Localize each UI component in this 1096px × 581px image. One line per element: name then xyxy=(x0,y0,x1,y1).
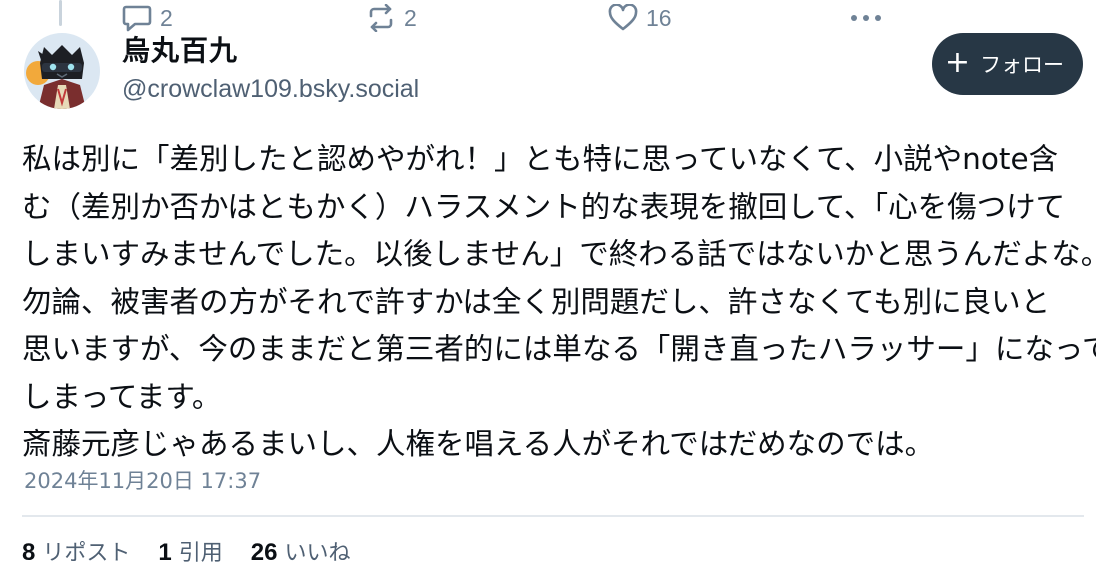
post-text-line: 斎藤元彦じゃあるまいし、人権を唱える人がそれではだめなのでは。 xyxy=(22,427,935,461)
repost-stat[interactable]: 8 リポスト xyxy=(22,536,130,571)
repost-stat-label: リポスト xyxy=(42,541,131,566)
post-text-line: 勿論、被害者の方がそれで許すかは全く別問題だし、許さなくても別に良いと xyxy=(22,284,1051,319)
repost-icon xyxy=(366,4,396,32)
more-icon xyxy=(848,4,884,32)
quote-stat-label: 引用 xyxy=(178,541,223,566)
quote-stat-count: 1 xyxy=(158,539,172,566)
repost-button[interactable]: 2 xyxy=(366,4,417,32)
post-text: 私は別に「差別したと認めやがれ！」とも特に思っていなくて、小説やnote含 む（… xyxy=(22,136,1096,469)
follow-button-label: フォロー xyxy=(980,53,1065,77)
like-button[interactable]: 16 xyxy=(608,4,672,32)
crow-avatar-image xyxy=(24,33,100,109)
plus-icon: + xyxy=(944,45,971,80)
author-handle[interactable]: @crowclaw109.bsky.social xyxy=(122,73,419,105)
like-stat[interactable]: 26 いいね xyxy=(251,536,351,571)
divider xyxy=(22,515,1084,517)
post-text-line: 私は別に「差別したと認めやがれ！」とも特に思っていなくて、小説やnote含 xyxy=(22,142,1059,176)
follow-button[interactable]: + フォロー xyxy=(932,33,1083,95)
reply-count: 2 xyxy=(160,4,173,31)
repost-stat-count: 8 xyxy=(22,539,36,566)
author-display-name[interactable]: 烏丸百九 xyxy=(122,33,238,69)
author-avatar[interactable] xyxy=(24,33,100,109)
post-timestamp[interactable]: 2024年11月20日 17:37 xyxy=(24,466,261,496)
repost-count: 2 xyxy=(404,4,417,31)
post-text-line: しまいすみませんでした。以後しません」で終わる話ではないかと思うんだよな。 xyxy=(22,237,1096,271)
like-stat-label: いいね xyxy=(284,541,351,566)
post-text-line: 思いますが、今のままだと第三者的には単なる「開き直ったハラッサー」になって xyxy=(22,332,1096,366)
reply-icon xyxy=(122,4,152,32)
parent-post-actions: 2 2 16 xyxy=(0,4,1096,36)
heart-icon xyxy=(608,4,638,32)
post-stats: 8 リポスト 1 引用 26 いいね xyxy=(22,536,378,571)
post-text-line: む（差別か否かはともかく）ハラスメント的な表現を撤回して、「心を傷つけて xyxy=(22,189,1066,224)
more-options-button[interactable] xyxy=(848,4,884,32)
reply-button[interactable]: 2 xyxy=(122,4,173,32)
post-text-line: しまってます。 xyxy=(22,379,222,414)
like-count: 16 xyxy=(646,4,672,31)
quote-stat[interactable]: 1 引用 xyxy=(158,536,222,571)
like-stat-count: 26 xyxy=(250,539,278,566)
